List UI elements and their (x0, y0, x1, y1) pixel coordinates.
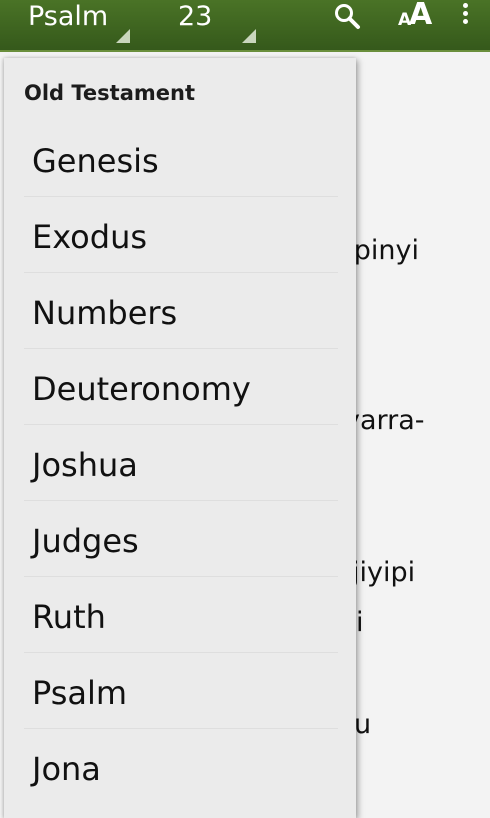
book-item-ruth[interactable]: Ruth (4, 577, 356, 653)
book-item-label: Joshua (32, 446, 138, 484)
search-icon (335, 4, 360, 29)
book-item-deuteronomy[interactable]: Deuteronomy (4, 349, 356, 425)
book-item-joshua[interactable]: Joshua (4, 425, 356, 501)
book-item-label: Psalm (32, 674, 128, 712)
book-item-jona[interactable]: Jona (4, 729, 356, 805)
spinner-corner-triangle-icon (242, 29, 256, 43)
search-button[interactable] (333, 0, 363, 34)
verse-text-fragment: jiyipi (352, 557, 416, 588)
book-item-exodus[interactable]: Exodus (4, 197, 356, 273)
overflow-menu-button[interactable] (456, 0, 476, 34)
font-size-button[interactable]: A A (398, 0, 434, 34)
book-item-psalm[interactable]: Psalm (4, 653, 356, 729)
book-item-genesis[interactable]: Genesis (4, 121, 356, 197)
section-header-old-testament: Old Testament (24, 81, 195, 105)
book-item-label: Deuteronomy (32, 370, 251, 408)
book-item-label: Judges (32, 522, 139, 560)
verse-text-fragment: u (354, 709, 372, 740)
chapter-spinner-label: 23 (178, 1, 213, 32)
book-dropdown-list: Old Testament Genesis Exodus Numbers Deu… (4, 58, 356, 818)
font-size-icon-large: A (409, 0, 433, 32)
book-item-label: Jona (32, 750, 101, 788)
verse-text-fragment: i (356, 607, 364, 638)
book-spinner-label: Psalm (28, 1, 109, 32)
book-item-label: Exodus (32, 218, 148, 256)
spinner-corner-triangle-icon (116, 29, 130, 43)
book-item-label: Genesis (32, 142, 159, 180)
app-bar: Psalm 23 A A (0, 0, 490, 52)
book-item-label: Numbers (32, 294, 178, 332)
book-item-numbers[interactable]: Numbers (4, 273, 356, 349)
verse-text-fragment: yarra- (344, 405, 425, 436)
book-item-judges[interactable]: Judges (4, 501, 356, 577)
book-item-label: Ruth (32, 598, 106, 636)
